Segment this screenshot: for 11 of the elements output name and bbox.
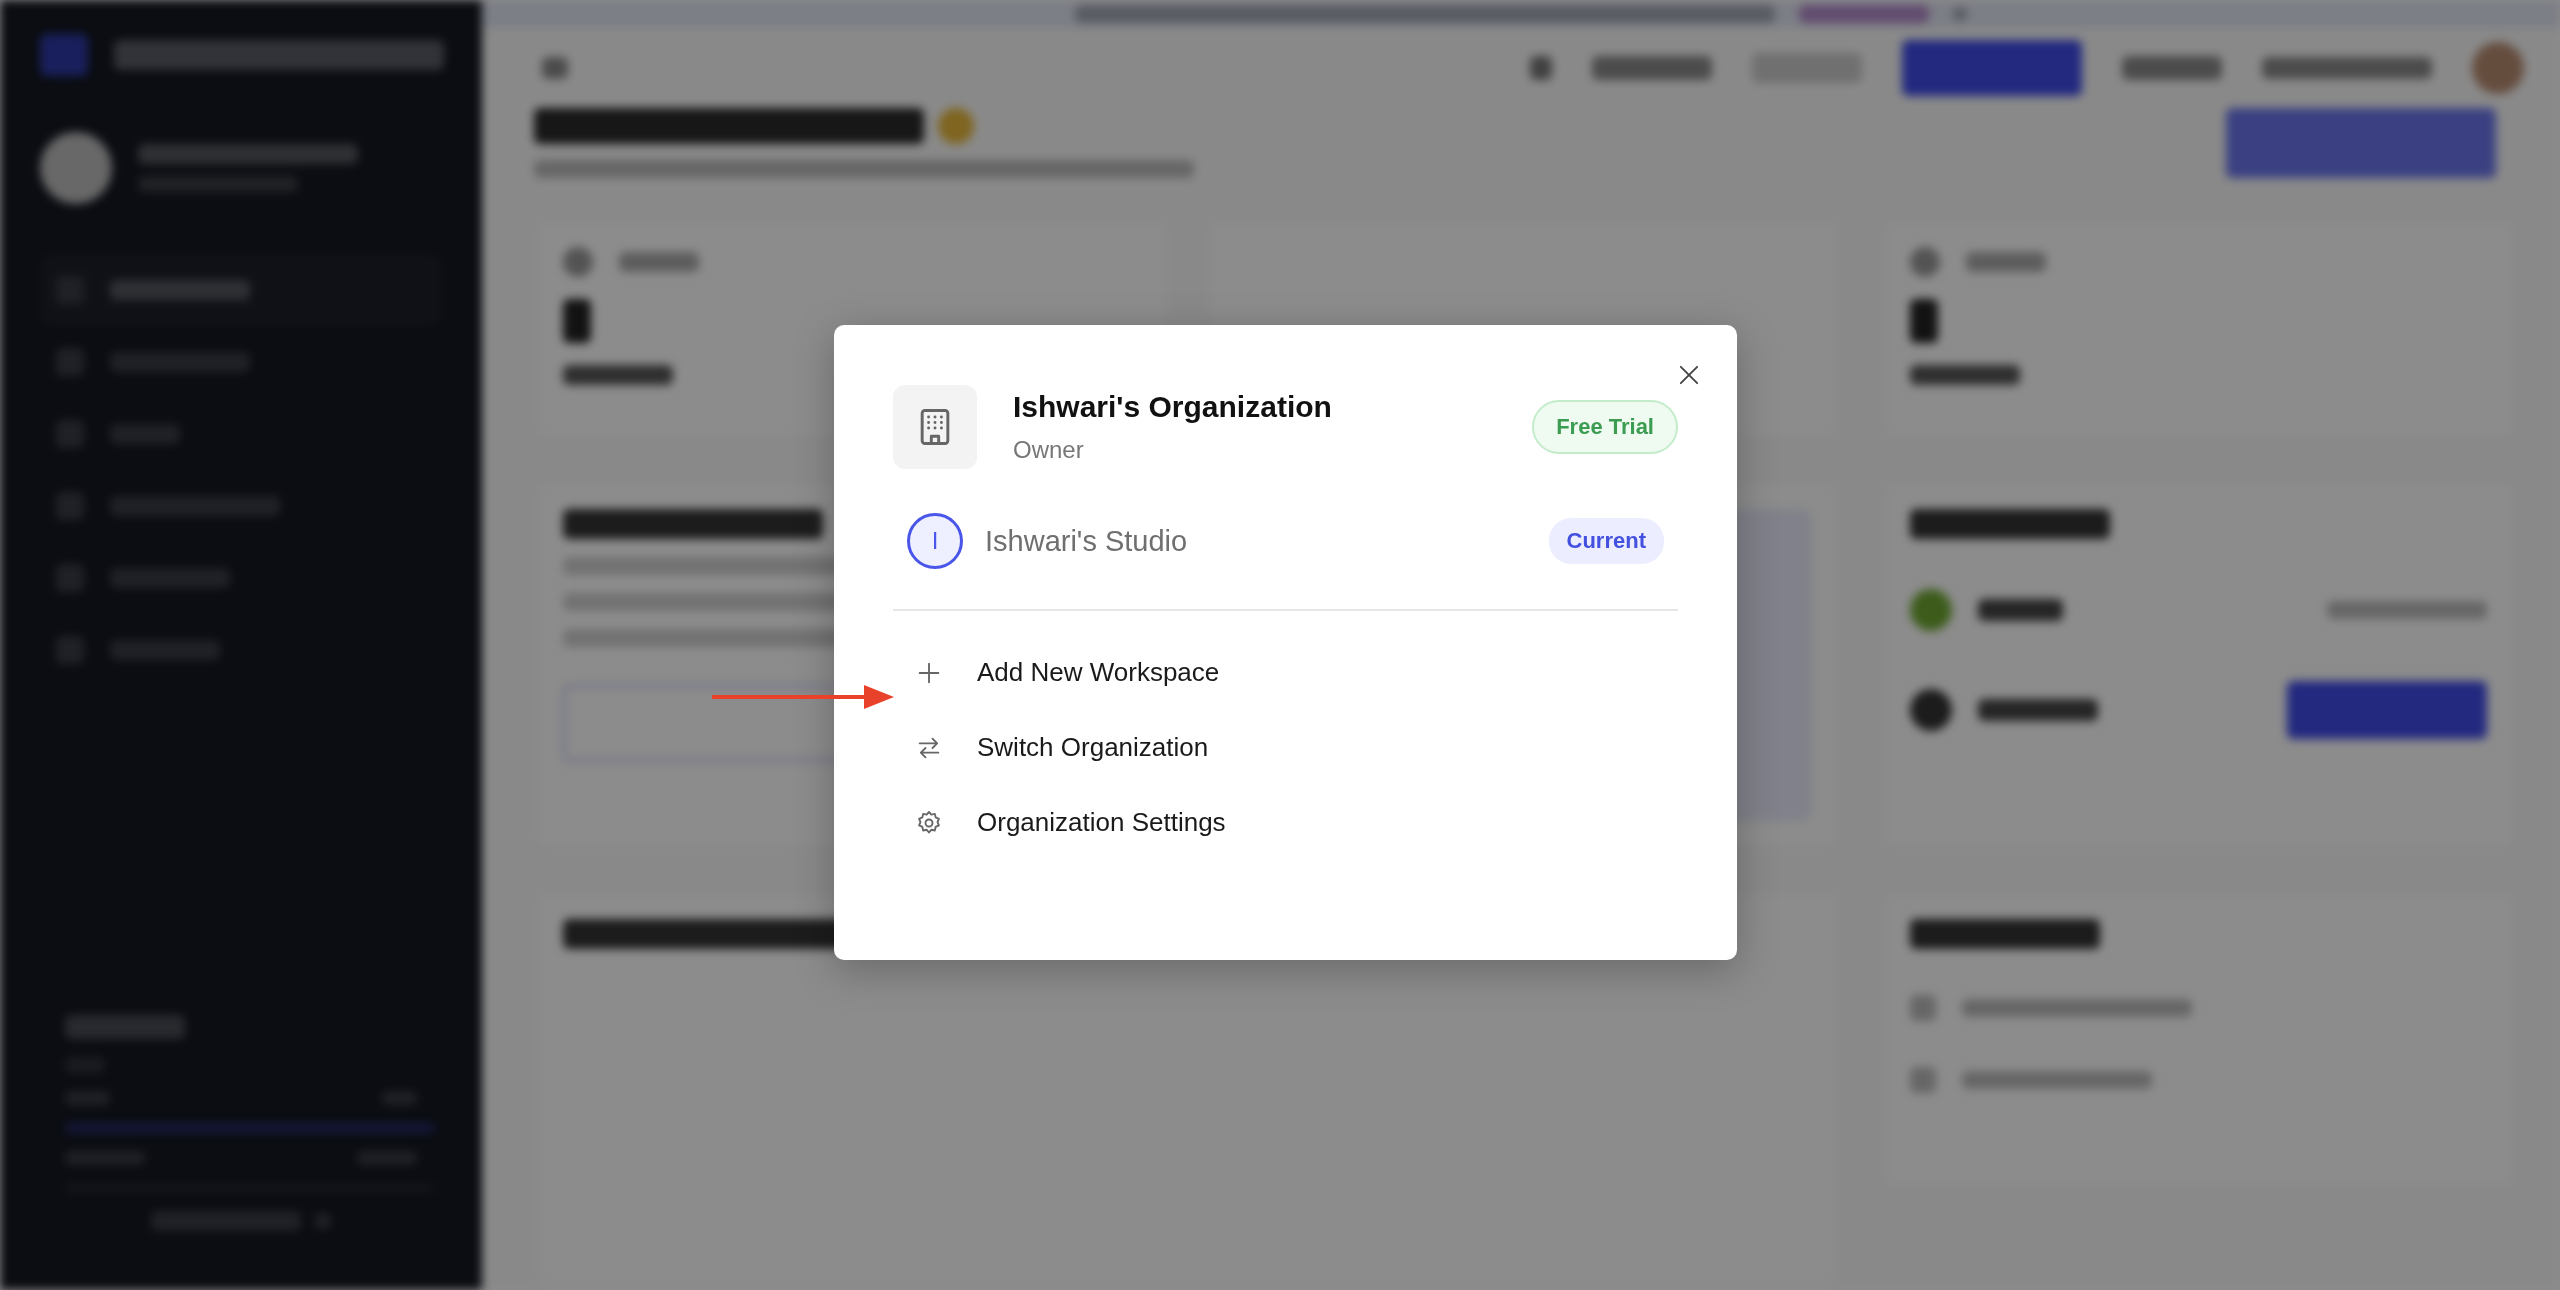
current-badge: Current: [1548, 518, 1664, 564]
add-workspace-item[interactable]: Add New Workspace: [893, 657, 1242, 688]
workspace-avatar: I: [907, 513, 963, 569]
workspace-row[interactable]: I Ishwari's Studio Current: [893, 469, 1678, 611]
role-label: Owner: [1013, 436, 1085, 464]
switch-organization-item[interactable]: Switch Organization: [893, 732, 1231, 763]
organization-name: Ishwari's Organization: [1013, 390, 1333, 424]
plan-badge: Free Trial: [1532, 400, 1678, 454]
workspace-name: Ishwari's Studio: [985, 524, 1189, 558]
building-icon: [893, 385, 977, 469]
organization-settings-item[interactable]: Organization Settings: [893, 807, 1248, 838]
